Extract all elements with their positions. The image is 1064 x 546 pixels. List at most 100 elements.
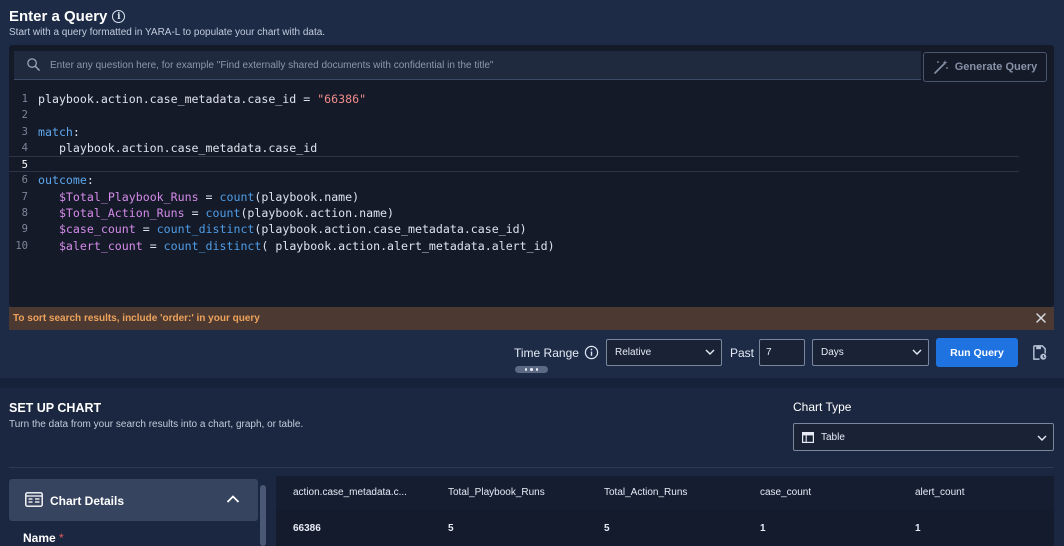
- code-token: :: [86, 173, 94, 188]
- query-title-text: Enter a Query: [9, 8, 108, 25]
- table-cell: 5: [604, 523, 610, 534]
- code-line[interactable]: 4 playbook.action.case_metadata.case_id: [9, 140, 1054, 156]
- save-search-icon[interactable]: [1031, 344, 1048, 361]
- resize-handle[interactable]: [515, 366, 548, 373]
- unit-select[interactable]: Days: [812, 339, 929, 366]
- code-token: $case_count: [58, 222, 136, 237]
- code-line[interactable]: 7 $Total_Playbook_Runs = count(playbook.…: [9, 189, 1054, 205]
- scrollbar[interactable]: [260, 485, 266, 546]
- line-number: 3: [21, 125, 28, 138]
- code-line[interactable]: 1 playbook.action.case_metadata.case_id =…: [9, 91, 1054, 107]
- code-token: outcome: [38, 173, 87, 188]
- past-label: Past: [730, 346, 755, 360]
- code-token: count_distinct: [156, 222, 255, 237]
- code-text: $Total_Action_Runs = count(playbook.acti…: [38, 205, 394, 221]
- line-number: 5: [21, 159, 28, 172]
- line-number: 6: [21, 174, 28, 187]
- code-token: ( playbook.action.alert_metadata.alert_i…: [261, 238, 555, 253]
- query-editor[interactable]: Enter any question here, for example "Fi…: [9, 45, 1054, 307]
- chevron-down-icon: [912, 349, 922, 355]
- code-token: playbook.action.case_metadata.case_id =: [38, 92, 318, 106]
- chevron-down-icon: [1037, 435, 1047, 441]
- code-token: match: [38, 124, 73, 139]
- line-number: 2: [21, 109, 28, 122]
- code-line[interactable]: 5: [9, 156, 1019, 173]
- code-token: =: [184, 206, 206, 221]
- code-token: :: [72, 124, 80, 139]
- close-icon[interactable]: [1033, 310, 1049, 326]
- code-line[interactable]: 8 $Total_Action_Runs = count(playbook.ac…: [9, 205, 1054, 221]
- table-cell: 5: [448, 523, 454, 534]
- column-header[interactable]: alert_count: [915, 487, 964, 498]
- chart-details-header[interactable]: Chart Details: [9, 479, 258, 521]
- generate-query-button[interactable]: Generate Query: [923, 52, 1047, 82]
- divider: [9, 467, 1054, 468]
- code-token: count: [205, 206, 241, 221]
- code-text: match:: [38, 124, 80, 140]
- chart-type-select[interactable]: Table: [793, 423, 1054, 451]
- table-cell: 1: [915, 523, 921, 534]
- search-placeholder: Enter any question here, for example "Fi…: [50, 60, 494, 71]
- column-header[interactable]: case_count: [760, 487, 811, 498]
- line-number: 10: [15, 239, 28, 252]
- chart-details-icon: [25, 492, 43, 507]
- name-label-text: Name: [23, 531, 56, 545]
- code-line[interactable]: 9 $case_count = count_distinct(playbook.…: [9, 221, 1054, 237]
- code-text: $alert_count = count_distinct( playbook.…: [38, 238, 555, 254]
- code-token: =: [135, 222, 157, 237]
- column-header[interactable]: Total_Action_Runs: [604, 487, 687, 498]
- chart-details-title: Chart Details: [50, 494, 125, 508]
- past-amount-input[interactable]: 7: [759, 339, 805, 366]
- generate-query-label: Generate Query: [954, 61, 1038, 73]
- column-header[interactable]: action.case_metadata.c...: [293, 487, 407, 498]
- code-token: count: [219, 189, 255, 204]
- info-icon[interactable]: [584, 345, 599, 360]
- chart-type-label: Chart Type: [793, 400, 852, 414]
- query-subtitle: Start with a query formatted in YARA-L t…: [9, 27, 326, 38]
- magic-wand-icon: [933, 60, 948, 74]
- code-token: $Total_Playbook_Runs: [58, 189, 199, 204]
- query-panel: Enter a Query i Start with a query forma…: [0, 0, 1064, 378]
- line-number: 1: [21, 93, 28, 105]
- query-title: Enter a Query i: [9, 8, 126, 25]
- column-header[interactable]: Total_Playbook_Runs: [448, 487, 545, 498]
- code-line[interactable]: 3 match:: [9, 124, 1054, 140]
- line-number: 8: [21, 207, 28, 220]
- code-text: playbook.action.case_metadata.case_id: [38, 140, 317, 156]
- line-number: 4: [21, 141, 28, 154]
- code-line[interactable]: 6 outcome:: [9, 172, 1054, 188]
- run-query-button[interactable]: Run Query: [936, 338, 1018, 367]
- hint-text: To sort search results, include 'order:'…: [13, 313, 260, 324]
- code-line[interactable]: 2: [9, 107, 1054, 123]
- table-cell: 1: [760, 523, 766, 534]
- code-token: (playbook.name): [254, 189, 360, 204]
- unit-select-value: Days: [821, 347, 844, 358]
- code-area[interactable]: 1 playbook.action.case_metadata.case_id =…: [9, 91, 1054, 254]
- code-token: $alert_count: [58, 238, 143, 253]
- time-range-label: Time Range: [514, 346, 579, 360]
- setup-title: SET UP CHART: [9, 401, 102, 415]
- table-cell: 66386: [293, 523, 321, 534]
- setup-chart-panel: SET UP CHART Turn the data from your sea…: [0, 388, 1064, 546]
- code-token: count_distinct: [163, 238, 262, 253]
- ai-search-input[interactable]: Enter any question here, for example "Fi…: [14, 51, 921, 80]
- code-token: =: [198, 189, 220, 204]
- chevron-up-icon[interactable]: [226, 494, 240, 504]
- query-controls: Time Range Relative Past 7 Days Run Quer…: [0, 338, 1064, 368]
- info-icon[interactable]: i: [112, 10, 126, 23]
- table-icon: [802, 432, 814, 443]
- hint-banner: To sort search results, include 'order:'…: [9, 307, 1054, 330]
- chevron-down-icon: [705, 349, 715, 355]
- code-line[interactable]: 10 $alert_count = count_distinct( playbo…: [9, 238, 1054, 254]
- name-label: Name *: [23, 531, 64, 545]
- search-icon: [27, 58, 40, 71]
- code-token: $Total_Action_Runs: [58, 206, 185, 221]
- line-number: 9: [21, 223, 28, 236]
- code-text: $Total_Playbook_Runs = count(playbook.na…: [38, 189, 359, 205]
- results-table: action.case_metadata.c... Total_Playbook_…: [276, 476, 1054, 546]
- relative-select[interactable]: Relative: [606, 339, 722, 366]
